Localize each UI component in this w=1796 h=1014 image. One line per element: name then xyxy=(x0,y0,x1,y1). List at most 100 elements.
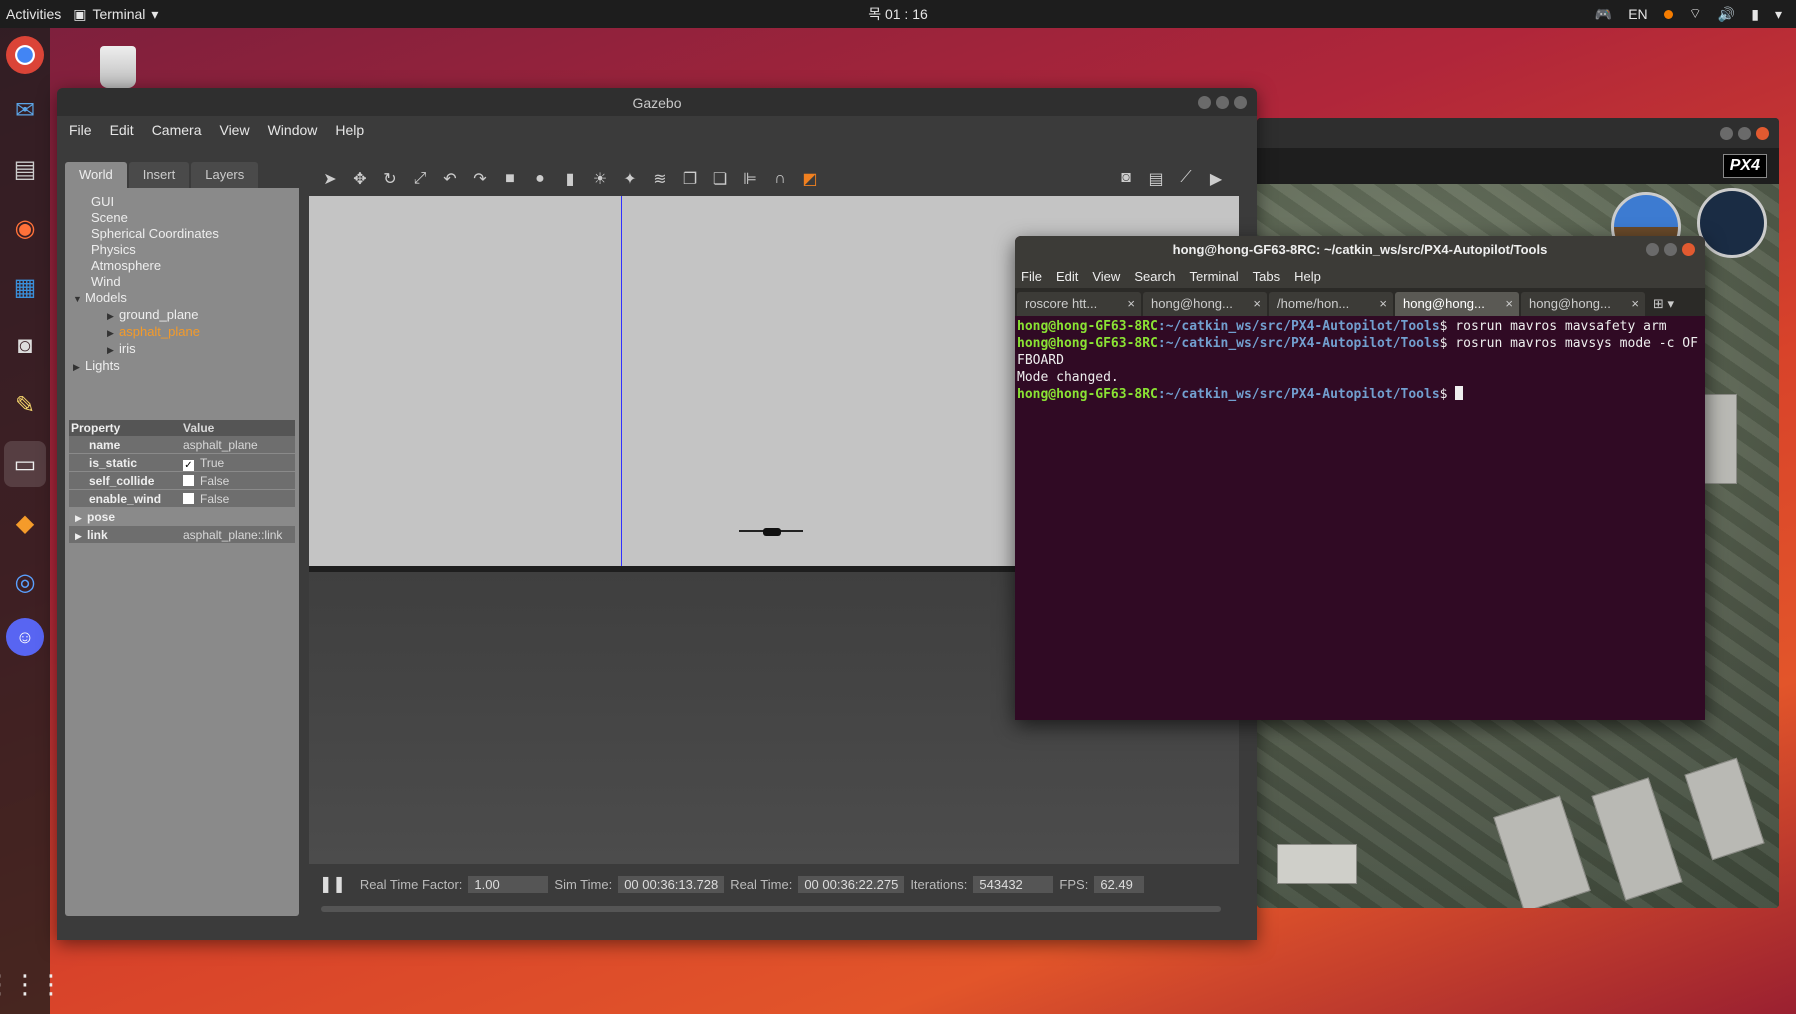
tree-item-scene[interactable]: Scene xyxy=(73,210,299,226)
expand-down-icon[interactable]: ▼ xyxy=(73,291,85,307)
sphere-shape-icon[interactable]: ● xyxy=(529,170,551,188)
checkbox-checked[interactable]: ✓ xyxy=(183,460,194,471)
menu-terminal[interactable]: Terminal xyxy=(1190,269,1239,284)
show-apps-icon[interactable]: ⋮⋮⋮ xyxy=(0,969,64,1000)
expand-right-icon[interactable]: ▶ xyxy=(107,342,119,358)
terminal-tab[interactable]: hong@hong... × xyxy=(1521,292,1645,316)
property-row-is-static[interactable]: is_static ✓ True xyxy=(69,454,295,472)
files-icon[interactable]: ▤ xyxy=(4,146,46,192)
expand-right-icon[interactable]: ▶ xyxy=(73,359,85,375)
undo-icon[interactable]: ↶ xyxy=(439,169,461,189)
firefox-icon[interactable]: ◉ xyxy=(4,205,46,251)
writer-icon[interactable]: ▦ xyxy=(4,264,46,310)
translate-icon[interactable]: ✥ xyxy=(349,169,371,189)
new-tab-icon[interactable]: ⊞ ▾ xyxy=(1647,292,1680,316)
wifi-icon[interactable]: ⌔ xyxy=(1689,5,1702,23)
battery-icon[interactable]: ▮ xyxy=(1751,6,1759,23)
maximize-button[interactable] xyxy=(1664,243,1677,256)
video-record-icon[interactable]: ▶ xyxy=(1205,169,1227,189)
tree-item-atmosphere[interactable]: Atmosphere xyxy=(73,258,299,274)
gazebo-titlebar[interactable]: Gazebo xyxy=(57,88,1257,116)
close-button[interactable] xyxy=(1682,243,1695,256)
menu-help[interactable]: Help xyxy=(1294,269,1321,284)
point-light-icon[interactable]: ☀ xyxy=(589,169,611,189)
camera-icon[interactable]: ◙ xyxy=(4,323,46,369)
menu-edit[interactable]: Edit xyxy=(1056,269,1078,284)
terminal-tab[interactable]: hong@hong... × xyxy=(1143,292,1267,316)
tree-item-asphalt-plane[interactable]: ▶ asphalt_plane xyxy=(73,324,299,341)
screenshot-icon[interactable]: ◙ xyxy=(1115,169,1137,189)
menu-view[interactable]: View xyxy=(1092,269,1120,284)
terminal-titlebar[interactable]: hong@hong-GF63-8RC: ~/catkin_ws/src/PX4-… xyxy=(1015,236,1705,264)
tree-item-physics[interactable]: Physics xyxy=(73,242,299,258)
tree-item-models[interactable]: ▼ Models xyxy=(73,290,299,307)
directional-light-icon[interactable]: ≋ xyxy=(649,169,671,189)
activities-button[interactable]: Activities xyxy=(0,6,73,22)
spot-light-icon[interactable]: ✦ xyxy=(619,169,641,189)
select-arrow-icon[interactable]: ➤ xyxy=(319,169,341,189)
terminal-output[interactable]: hong@hong-GF63-8RC:~/catkin_ws/src/PX4-A… xyxy=(1015,316,1705,405)
sublime-icon[interactable]: ◆ xyxy=(4,500,46,546)
property-row-link[interactable]: ▶ link asphalt_plane::link xyxy=(69,526,295,544)
chrome-icon[interactable] xyxy=(6,36,44,74)
copy-icon[interactable]: ❐ xyxy=(679,169,701,189)
menu-camera[interactable]: Camera xyxy=(152,122,202,138)
expand-right-icon[interactable]: ▶ xyxy=(75,527,87,545)
close-tab-icon[interactable]: × xyxy=(1631,292,1639,316)
tab-layers[interactable]: Layers xyxy=(191,162,259,188)
terminal-tab[interactable]: roscore htt... × xyxy=(1017,292,1141,316)
tree-item-gui[interactable]: GUI xyxy=(73,194,299,210)
system-menu-chevron-icon[interactable]: ▾ xyxy=(1775,6,1782,23)
iris-drone-model[interactable] xyxy=(739,526,803,536)
horizontal-scrollbar[interactable] xyxy=(321,906,1221,912)
expand-right-icon[interactable]: ▶ xyxy=(107,308,119,324)
expand-right-icon[interactable]: ▶ xyxy=(75,509,87,527)
property-row-self-collide[interactable]: self_collide False xyxy=(69,472,295,490)
close-tab-icon[interactable]: × xyxy=(1127,292,1135,316)
view-angle-icon[interactable]: ◩ xyxy=(799,169,821,189)
tree-item-lights[interactable]: ▶ Lights xyxy=(73,358,299,375)
menu-help[interactable]: Help xyxy=(335,122,364,138)
editor-icon[interactable]: ✎ xyxy=(4,382,46,428)
tree-item-iris[interactable]: ▶ iris xyxy=(73,341,299,358)
discord-tray-icon[interactable]: 🎮 xyxy=(1595,6,1612,23)
tree-item-wind[interactable]: Wind xyxy=(73,274,299,290)
close-tab-icon[interactable]: × xyxy=(1253,292,1261,316)
menu-tabs[interactable]: Tabs xyxy=(1253,269,1280,284)
rotate-icon[interactable]: ↻ xyxy=(379,169,401,189)
discord-icon[interactable]: ☺ xyxy=(6,618,44,656)
qgroundcontrol-icon[interactable]: ◎ xyxy=(4,559,46,605)
menu-edit[interactable]: Edit xyxy=(110,122,134,138)
trash-icon[interactable] xyxy=(100,46,136,88)
close-button[interactable] xyxy=(1234,96,1247,109)
pause-icon[interactable]: ❚❚ xyxy=(319,874,346,894)
checkbox-unchecked[interactable] xyxy=(183,493,194,504)
close-tab-icon[interactable]: × xyxy=(1505,292,1513,316)
snap-icon[interactable]: ∩ xyxy=(769,170,791,188)
align-icon[interactable]: ⊫ xyxy=(739,169,761,189)
property-row-name[interactable]: name asphalt_plane xyxy=(69,436,295,454)
language-indicator[interactable]: EN xyxy=(1628,6,1647,22)
terminal-tab[interactable]: /home/hon... × xyxy=(1269,292,1393,316)
property-row-pose[interactable]: ▶ pose xyxy=(69,508,295,526)
tab-world[interactable]: World xyxy=(65,162,127,188)
tree-item-ground-plane[interactable]: ▶ ground_plane xyxy=(73,307,299,324)
log-icon[interactable]: ▤ xyxy=(1145,169,1167,189)
menu-file[interactable]: File xyxy=(69,122,92,138)
menu-view[interactable]: View xyxy=(219,122,249,138)
tab-insert[interactable]: Insert xyxy=(128,162,190,188)
box-shape-icon[interactable]: ■ xyxy=(499,170,521,188)
clock[interactable]: 목 01 : 16 xyxy=(868,4,928,24)
thunderbird-icon[interactable]: ✉ xyxy=(4,87,46,133)
plot-icon[interactable]: ⟋ xyxy=(1175,169,1197,189)
app-menu[interactable]: ▣ Terminal ▾ xyxy=(73,6,158,23)
scale-icon[interactable]: ⤢ xyxy=(409,170,431,188)
terminal-tab-active[interactable]: hong@hong... × xyxy=(1395,292,1519,316)
volume-icon[interactable]: 🔊 xyxy=(1718,6,1735,23)
map-window-titlebar[interactable] xyxy=(1257,118,1779,148)
close-tab-icon[interactable]: × xyxy=(1379,292,1387,316)
minimize-button[interactable] xyxy=(1646,243,1659,256)
maximize-button[interactable] xyxy=(1216,96,1229,109)
property-row-enable-wind[interactable]: enable_wind False xyxy=(69,490,295,508)
menu-search[interactable]: Search xyxy=(1134,269,1175,284)
